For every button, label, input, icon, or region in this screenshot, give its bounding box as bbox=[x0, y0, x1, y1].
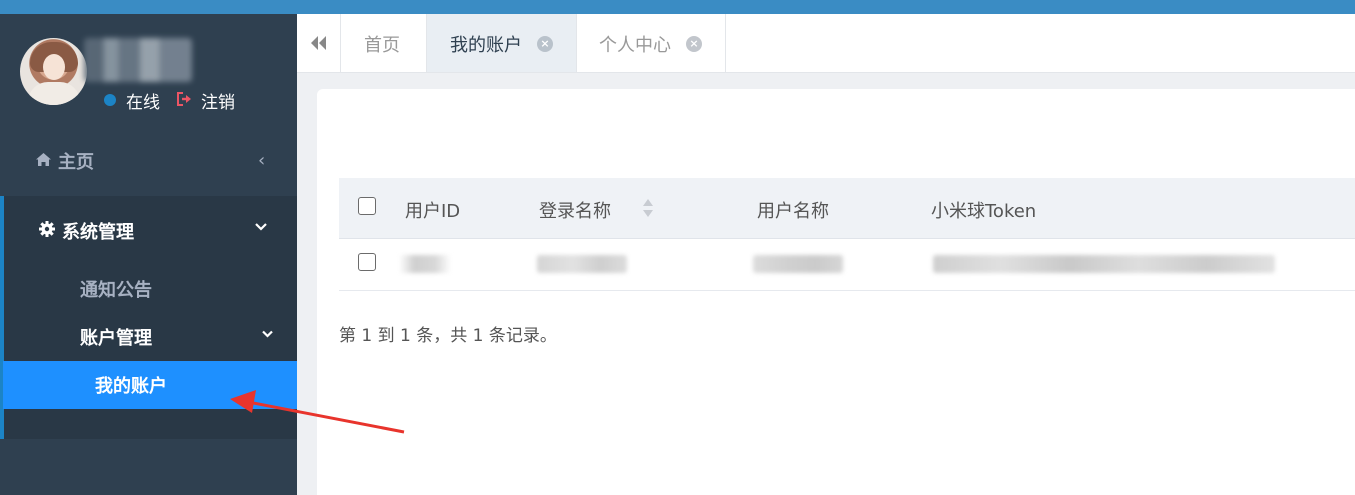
sidebar-item-home[interactable]: 主页 ‹ bbox=[0, 136, 297, 184]
tab-label: 首页 bbox=[364, 35, 400, 56]
sidebar-top-strip bbox=[0, 0, 297, 14]
sidebar-item-account-management[interactable]: 账户管理 bbox=[80, 324, 152, 350]
sidebar-item-label: 主页 bbox=[58, 152, 94, 173]
avatar[interactable] bbox=[20, 38, 87, 105]
pagination-summary: 第 1 到 1 条，共 1 条记录。 bbox=[339, 326, 557, 346]
table-row[interactable] bbox=[339, 239, 1355, 291]
header-strip bbox=[297, 0, 1355, 14]
tab-my-account[interactable]: 我的账户 × bbox=[427, 14, 577, 72]
online-status-label: 在线 bbox=[126, 93, 160, 113]
sidebar-item-system: 系统管理 通知公告 账户管理 我的账户 bbox=[0, 196, 297, 439]
chevron-down-icon bbox=[255, 223, 267, 231]
logout-icon[interactable] bbox=[176, 91, 193, 107]
sidebar-item-my-account[interactable]: 我的账户 bbox=[3, 361, 297, 409]
tab-label: 我的账户 bbox=[450, 35, 522, 56]
online-status-icon bbox=[104, 94, 116, 106]
sidebar-item-notice[interactable]: 通知公告 bbox=[80, 276, 152, 302]
blurred-user-name bbox=[753, 255, 843, 273]
tab-bar: 首页 我的账户 × 个人中心 × bbox=[297, 14, 1355, 73]
close-icon[interactable]: × bbox=[537, 36, 553, 52]
blurred-token bbox=[933, 255, 1275, 273]
chevron-left-icon: ‹ bbox=[258, 150, 266, 171]
blurred-username bbox=[84, 38, 192, 82]
sidebar: 在线 注销 主页 ‹ 系统管理 通知公告 账户管理 我的账户 bbox=[0, 0, 297, 495]
column-header-token: 小米球Token bbox=[931, 201, 1037, 222]
tab-label: 个人中心 bbox=[599, 35, 671, 56]
close-icon[interactable]: × bbox=[686, 36, 702, 52]
tab-personal-center[interactable]: 个人中心 × bbox=[577, 14, 726, 72]
tab-home[interactable]: 首页 bbox=[341, 14, 427, 72]
column-header-user-name: 用户名称 bbox=[757, 201, 829, 222]
sort-icon[interactable] bbox=[642, 196, 654, 220]
double-chevron-left-icon bbox=[311, 36, 326, 50]
select-all-checkbox[interactable] bbox=[358, 197, 376, 215]
row-checkbox[interactable] bbox=[358, 253, 376, 271]
column-header-user-id: 用户ID bbox=[405, 201, 461, 222]
sidebar-item-system-label[interactable]: 系统管理 bbox=[62, 218, 134, 244]
gear-icon bbox=[39, 221, 55, 237]
column-header-login-name[interactable]: 登录名称 bbox=[539, 197, 611, 223]
chevron-down-icon bbox=[262, 330, 273, 338]
sidebar-item-label: 我的账户 bbox=[95, 376, 167, 397]
main-panel: 用户ID 登录名称 用户名称 小米球Token 第 1 到 1 条，共 1 条记… bbox=[317, 89, 1355, 495]
tab-scroll-left-button[interactable] bbox=[297, 14, 341, 72]
blurred-login-name bbox=[537, 255, 627, 273]
blurred-user-id bbox=[399, 255, 451, 273]
home-icon bbox=[36, 153, 51, 166]
user-profile: 在线 注销 bbox=[0, 14, 297, 124]
logout-link[interactable]: 注销 bbox=[201, 88, 235, 113]
table-header: 用户ID 登录名称 用户名称 小米球Token bbox=[339, 178, 1355, 239]
